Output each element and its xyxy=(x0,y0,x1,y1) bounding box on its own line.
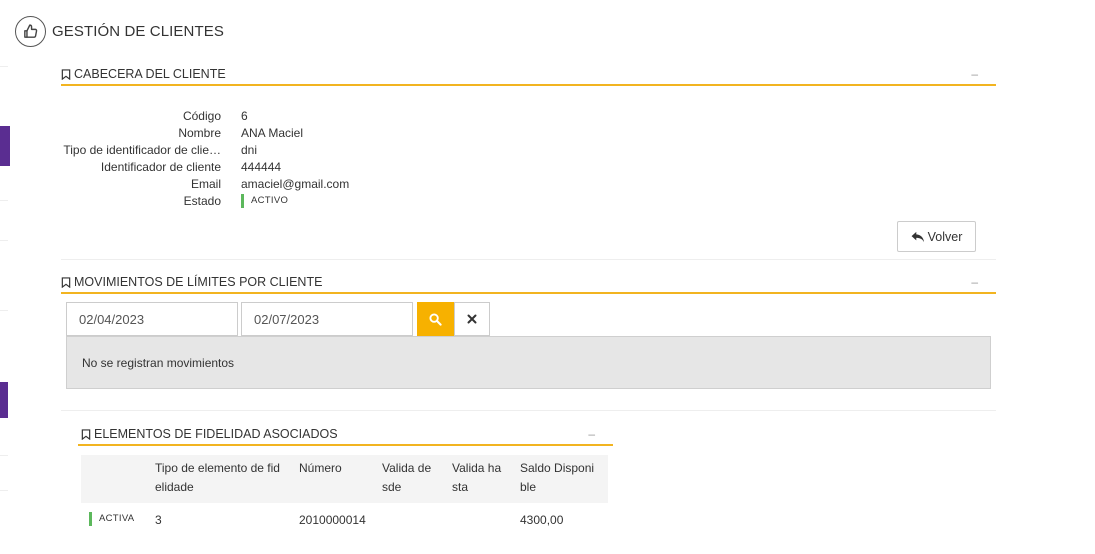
date-to-input[interactable] xyxy=(241,302,413,336)
section-divider xyxy=(61,410,996,411)
column-header[interactable]: Saldo Disponi ble xyxy=(520,455,608,503)
section-title: ELEMENTOS DE FIDELIDAD ASOCIADOS xyxy=(94,427,338,441)
detail-label: Código xyxy=(182,108,221,123)
reply-icon xyxy=(911,231,924,242)
detail-row: Email amaciel@gmail.com xyxy=(60,175,460,192)
rail-active-marker[interactable] xyxy=(0,126,10,166)
detail-label: Tipo de identificador de clie… xyxy=(63,142,221,157)
valid-from-cell xyxy=(382,503,452,537)
collapse-button[interactable]: – xyxy=(971,68,978,80)
rail-tick xyxy=(0,200,8,201)
back-button[interactable]: Volver xyxy=(897,221,976,252)
status-badge: ACTIVO xyxy=(241,193,289,208)
bookmark-icon xyxy=(61,276,71,288)
detail-row-status: Estado ACTIVO xyxy=(60,192,460,209)
close-icon xyxy=(467,314,477,324)
detail-value: dni xyxy=(241,142,258,157)
detail-label: Nombre xyxy=(178,125,221,140)
section-title: MOVIMIENTOS DE LÍMITES POR CLIENTE xyxy=(74,275,323,289)
detail-value: amaciel@gmail.com xyxy=(241,176,350,191)
bookmark-icon xyxy=(81,428,91,440)
status-cell: ACTIVA xyxy=(81,503,155,537)
empty-message: No se registran movimientos xyxy=(82,355,235,370)
rail-tick xyxy=(0,490,8,491)
status-text: ACTIVO xyxy=(251,195,289,206)
column-header[interactable]: Número xyxy=(299,455,382,503)
left-rail xyxy=(0,0,10,554)
collapse-button[interactable]: – xyxy=(971,276,978,288)
detail-row: Identificador de cliente 444444 xyxy=(60,158,460,175)
detail-label: Estado xyxy=(183,193,221,208)
rail-tick xyxy=(0,455,8,456)
thumbs-up-icon xyxy=(15,16,46,47)
type-cell: 3 xyxy=(155,513,162,527)
number-cell: 2010000014 xyxy=(299,513,366,527)
loyalty-table: Tipo de elemento de fid elidade Número V… xyxy=(81,455,608,537)
rail-tick xyxy=(0,310,8,311)
rail-tick xyxy=(0,240,8,241)
status-indicator xyxy=(89,511,92,526)
table-header-row: Tipo de elemento de fid elidade Número V… xyxy=(81,455,608,503)
detail-label: Email xyxy=(190,176,221,191)
search-button[interactable] xyxy=(417,302,454,336)
search-icon xyxy=(429,312,442,326)
date-from-input[interactable] xyxy=(66,302,238,336)
column-header[interactable] xyxy=(81,455,155,503)
rail-tick xyxy=(0,66,8,67)
column-header[interactable]: Tipo de elemento de fid elidade xyxy=(155,455,299,503)
rail-active-marker[interactable] xyxy=(0,382,8,418)
table-row[interactable]: ACTIVA 3 2010000014 4300,00 xyxy=(81,503,608,537)
page-title: GESTIÓN DE CLIENTES xyxy=(52,23,224,40)
section-divider xyxy=(61,259,996,260)
back-button-label: Volver xyxy=(927,229,963,244)
clear-button[interactable] xyxy=(454,302,490,336)
detail-value: 6 xyxy=(241,108,248,123)
detail-row: Código 6 xyxy=(60,107,460,124)
empty-state: No se registran movimientos xyxy=(66,336,991,389)
column-header[interactable]: Valida de sde xyxy=(382,455,452,503)
section-header-cabecera: CABECERA DEL CLIENTE – xyxy=(61,64,996,86)
page-header: GESTIÓN DE CLIENTES xyxy=(15,16,224,47)
collapse-button[interactable]: – xyxy=(588,428,595,440)
detail-value: ANA Maciel xyxy=(241,125,304,140)
column-header[interactable]: Valida ha sta xyxy=(452,455,520,503)
section-title: CABECERA DEL CLIENTE xyxy=(74,67,226,81)
bookmark-icon xyxy=(61,68,71,80)
balance-cell: 4300,00 xyxy=(520,513,564,527)
detail-value: 444444 xyxy=(241,159,282,174)
section-header-movimientos: MOVIMIENTOS DE LÍMITES POR CLIENTE – xyxy=(61,272,996,294)
valid-to-cell xyxy=(452,503,520,537)
section-header-fidelidad: ELEMENTOS DE FIDELIDAD ASOCIADOS – xyxy=(78,424,613,446)
status-badge: ACTIVA xyxy=(89,511,135,526)
status-text: ACTIVA xyxy=(99,513,135,524)
client-details: Código 6 Nombre ANA Maciel Tipo de ident… xyxy=(60,107,460,209)
detail-label: Identificador de cliente xyxy=(100,159,221,174)
detail-row: Tipo de identificador de clie… dni xyxy=(60,141,460,158)
status-indicator xyxy=(241,193,244,208)
detail-row: Nombre ANA Maciel xyxy=(60,124,460,141)
